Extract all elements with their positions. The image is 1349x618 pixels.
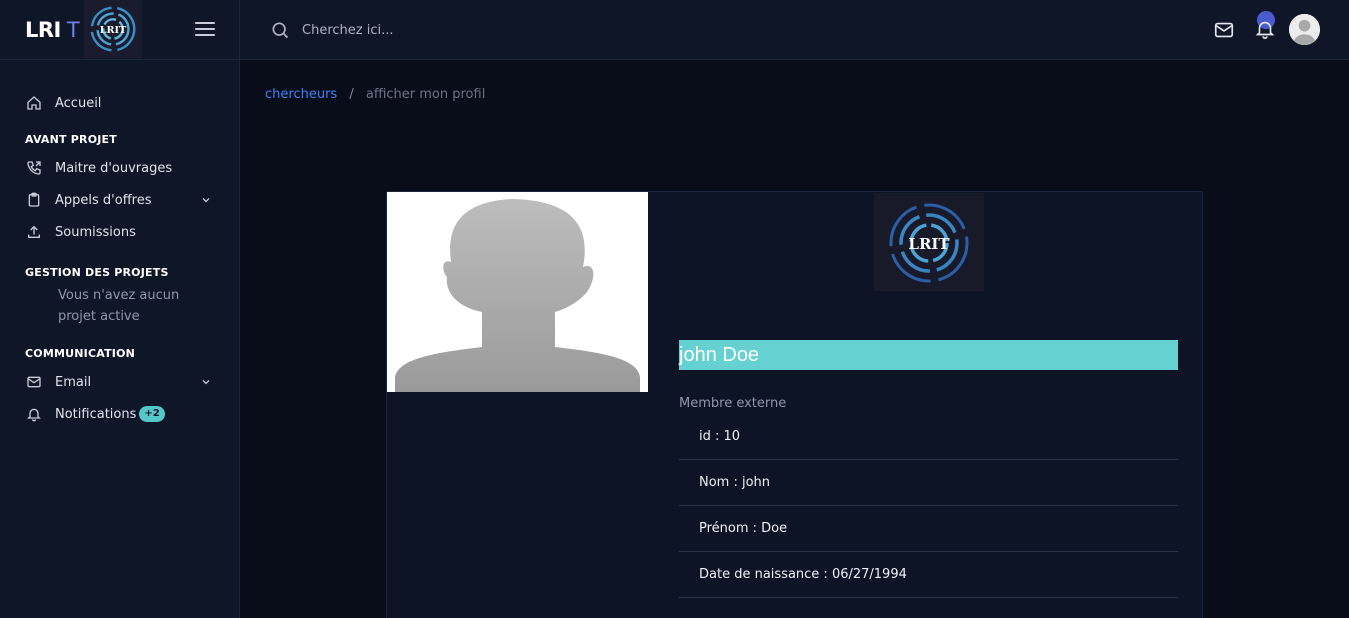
- svg-text:LRIT: LRIT: [99, 24, 126, 35]
- phone-icon: [25, 159, 43, 177]
- clipboard-icon: [25, 191, 43, 209]
- section-communication: COMMUNICATION: [25, 347, 136, 360]
- sidebar-nav: Accueil AVANT PROJET Maitre d'ouvrages A…: [0, 60, 239, 430]
- bell-icon: [25, 405, 43, 423]
- menu-toggle-icon[interactable]: [195, 22, 215, 38]
- search-input[interactable]: [302, 18, 602, 42]
- info-row-date-naissance: Date de naissance : 06/27/1994: [679, 552, 1178, 598]
- profile-card: LRIT john Doe Membre externe id : 10 Nom…: [386, 191, 1203, 618]
- sidebar-item-soumissions[interactable]: Soumissions: [0, 216, 239, 248]
- breadcrumb-link-chercheurs[interactable]: chercheurs: [265, 87, 337, 102]
- profile-name: john Doe: [679, 340, 1178, 370]
- profile-info-list: id : 10 Nom : john Prénom : Doe Date de …: [679, 414, 1178, 598]
- person-silhouette-icon: [387, 192, 648, 392]
- info-row-nom: Nom : john: [679, 460, 1178, 506]
- brand: LRI T LRIT: [0, 0, 239, 60]
- user-avatar[interactable]: [1289, 14, 1320, 45]
- chevron-down-icon: [202, 198, 210, 203]
- member-type: Membre externe: [679, 396, 787, 411]
- sidebar-item-label: Notifications: [55, 406, 137, 422]
- breadcrumb-current: afficher mon profil: [365, 87, 486, 102]
- home-icon: [25, 94, 43, 112]
- logo-text: LRIT: [908, 235, 950, 253]
- breadcrumb: chercheurs / afficher mon profil: [265, 87, 485, 102]
- sidebar-item-appels-offres[interactable]: Appels d'offres: [0, 184, 239, 216]
- sidebar-item-maitre-ouvrages[interactable]: Maitre d'ouvrages: [0, 152, 239, 184]
- section-gestion-projets: GESTION DES PROJETS: [25, 266, 169, 279]
- sidebar-item-label: Soumissions: [55, 224, 136, 240]
- sidebar-item-email[interactable]: Email: [0, 366, 239, 398]
- brand-name[interactable]: LRI: [25, 18, 61, 42]
- section-avant-projet: AVANT PROJET: [25, 133, 117, 146]
- sidebar-item-accueil[interactable]: Accueil: [0, 87, 239, 119]
- sidebar-item-label: Accueil: [55, 95, 102, 111]
- bell-icon[interactable]: [1254, 18, 1276, 40]
- profile-photo: [387, 192, 648, 392]
- lrit-logo-icon: LRIT: [874, 193, 984, 291]
- brand-suffix: T: [66, 17, 80, 42]
- upload-icon: [25, 223, 43, 241]
- sidebar-item-label: Appels d'offres: [55, 192, 152, 208]
- sidebar-item-notifications[interactable]: Notifications +2: [0, 398, 239, 430]
- topbar: [240, 0, 1349, 60]
- sidebar-item-label: Maitre d'ouvrages: [55, 160, 173, 176]
- info-row-id: id : 10: [679, 414, 1178, 460]
- breadcrumb-separator: /: [349, 87, 354, 102]
- no-project-note: Vous n'avez aucun projet active: [58, 288, 180, 324]
- info-row-prenom: Prénom : Doe: [679, 506, 1178, 552]
- mail-icon: [25, 373, 43, 391]
- user-avatar-icon: [1289, 14, 1320, 45]
- chevron-down-icon: [202, 380, 210, 385]
- sidebar: LRI T LRIT Accueil AVANT PROJET Maitre d…: [0, 0, 240, 618]
- mail-icon[interactable]: [1213, 19, 1235, 41]
- sidebar-item-label: Email: [55, 374, 92, 390]
- notifications-badge: +2: [139, 406, 165, 422]
- brand-logo-icon: LRIT: [83, 0, 142, 58]
- search-icon[interactable]: [270, 20, 290, 40]
